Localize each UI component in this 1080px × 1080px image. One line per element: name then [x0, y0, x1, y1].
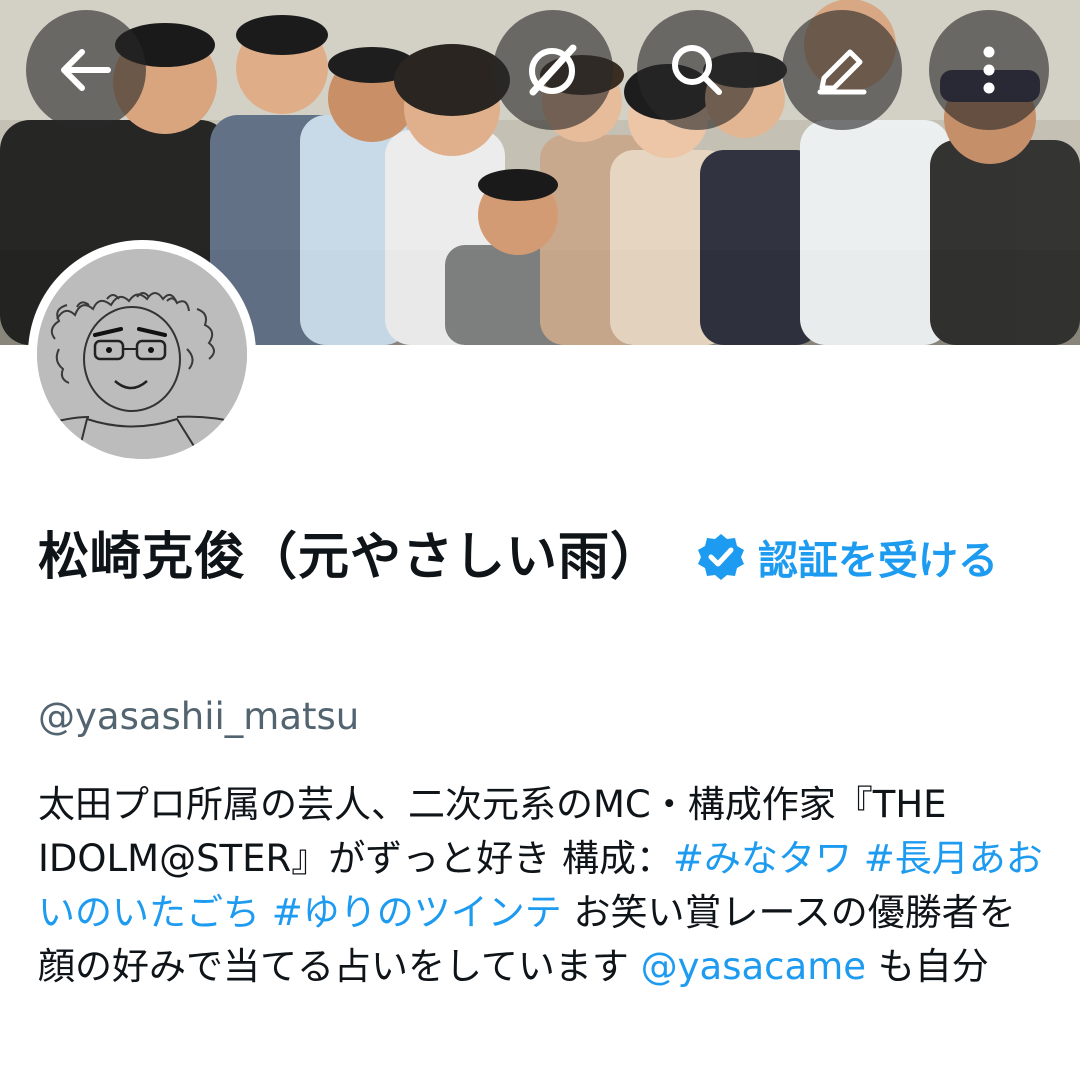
profile-avatar[interactable] [28, 240, 256, 468]
display-name: 松崎克俊（元やさしい雨） [38, 528, 663, 587]
hashtag-link[interactable]: #みなタワ [673, 837, 852, 880]
edit-profile-button[interactable] [782, 10, 902, 130]
back-arrow-icon [61, 49, 111, 91]
bio-text: も自分 [866, 945, 989, 988]
bio-text [852, 837, 864, 880]
more-options-button[interactable] [929, 10, 1049, 130]
profile-bio: 太田プロ所属の芸人、二次元系のMC・構成作家『THE IDOLM@STER』がず… [38, 778, 1048, 994]
get-verified-link[interactable]: 認証を受ける [758, 538, 998, 584]
profile-page: 松崎克俊（元やさしい雨） 認証を受ける @yasashii_matsu 太田プロ… [0, 0, 1080, 1080]
mention-link[interactable]: @yasacame [641, 945, 866, 988]
edit-icon [817, 49, 867, 95]
grok-icon [529, 44, 577, 96]
more-vertical-icon [983, 46, 995, 94]
bio-text [260, 891, 272, 934]
grok-button[interactable] [493, 10, 613, 130]
search-button[interactable] [637, 10, 757, 130]
profile-handle: @yasashii_matsu [38, 695, 360, 738]
profile-name-row: 松崎克俊（元やさしい雨） 認証を受ける [38, 520, 1048, 614]
avatar-drawing [37, 249, 247, 459]
search-icon [672, 45, 722, 95]
verified-badge-icon [696, 532, 746, 614]
hashtag-link[interactable]: #ゆりのツインテ [272, 891, 562, 934]
back-button[interactable] [26, 10, 146, 130]
